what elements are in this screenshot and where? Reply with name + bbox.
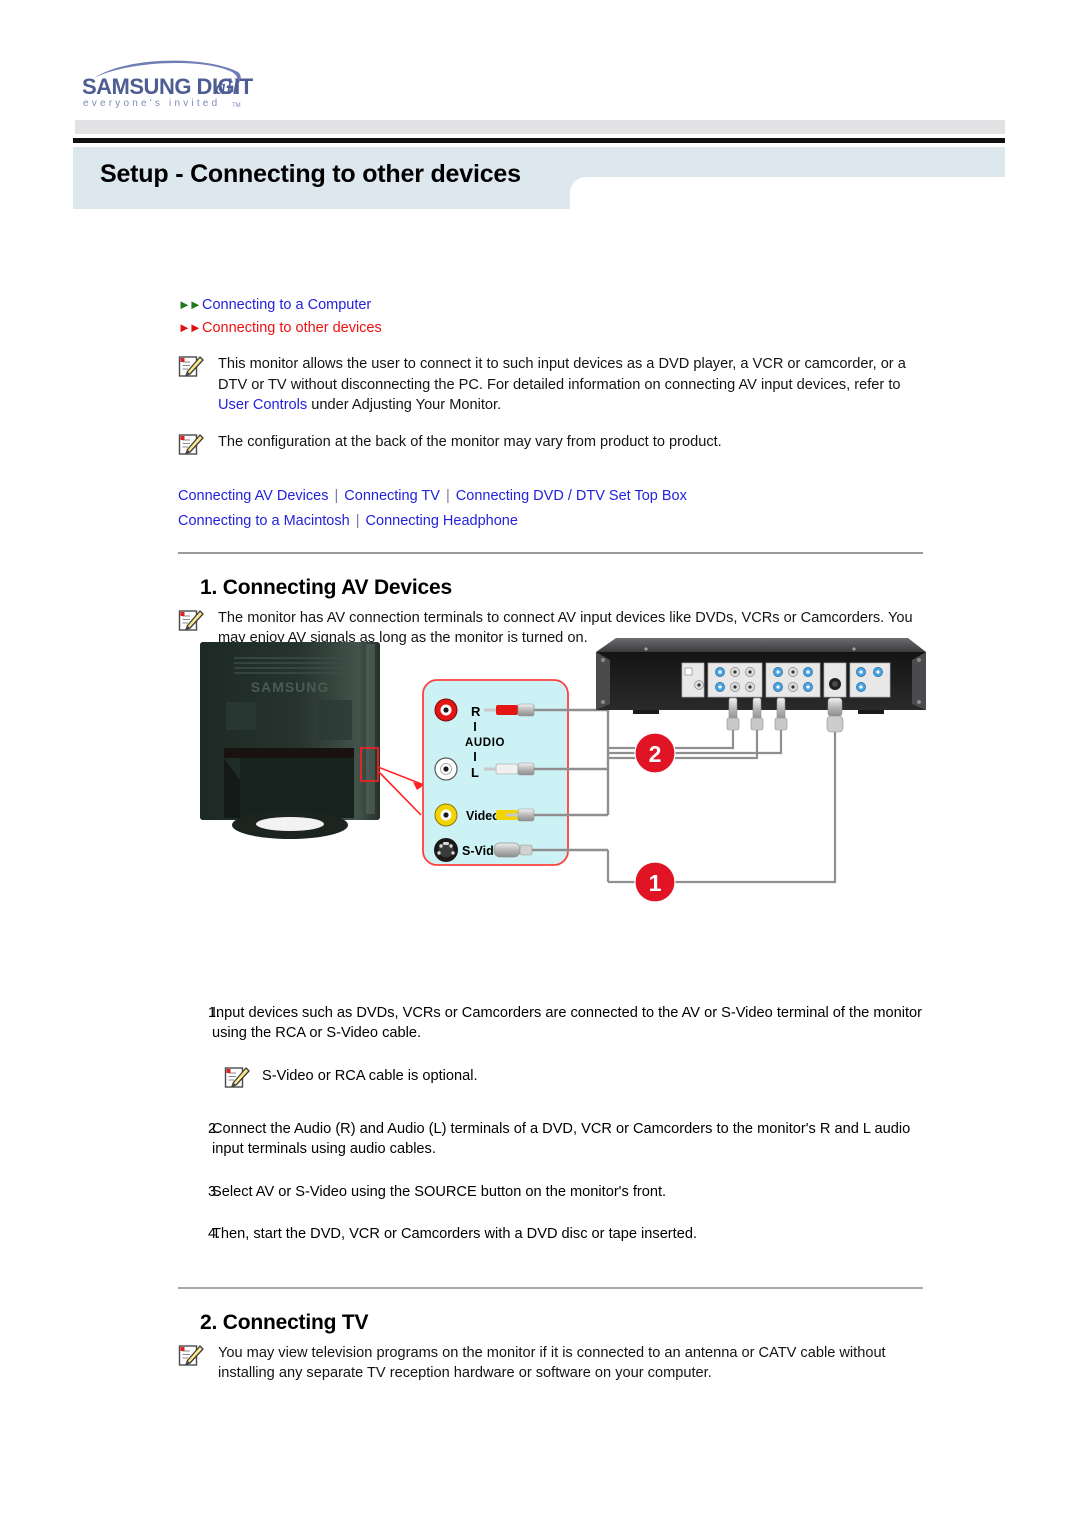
- nav-item-label[interactable]: Connecting to other devices: [202, 318, 382, 338]
- section-linkbar: Connecting AV Devices | Connecting TV | …: [178, 484, 923, 534]
- step-1-substep-note: S-Video or RCA cable is optional.: [224, 1066, 923, 1095]
- nav-item-label[interactable]: Connecting to a Computer: [202, 295, 371, 315]
- notepad-pencil-icon: [178, 1343, 218, 1373]
- av-connection-diagram-graphic: SAMSUNG R AUDIO L Video S-Video 2 1: [200, 638, 926, 903]
- logo-graphic: SAMSUNG DIGIT all everyone's invited TM: [82, 60, 254, 109]
- callout-1: 1: [634, 861, 676, 903]
- intro-note-2-text: The configuration at the back of the mon…: [218, 433, 722, 450]
- monitor-av-panel: R AUDIO L Video S-Video: [422, 679, 569, 866]
- dvd-jack-plate-1: [681, 662, 705, 698]
- step-4: 4. Then, start the DVD, VCR or Camcorder…: [178, 1224, 923, 1245]
- av-connection-diagram: SAMSUNG R AUDIO L Video S-Video 2 1: [178, 630, 938, 960]
- logo-all-text: all: [215, 74, 238, 99]
- callout-2: 2: [634, 732, 676, 774]
- step-1-substep-text: S-Video or RCA cable is optional.: [262, 1067, 478, 1084]
- monitor-brand-text: SAMSUNG: [251, 679, 330, 695]
- link-connecting-av-devices[interactable]: Connecting AV Devices: [178, 488, 328, 504]
- user-controls-link[interactable]: User Controls: [218, 397, 307, 413]
- nav-item-connecting-to-other-devices[interactable]: ►► Connecting to other devices: [178, 318, 923, 338]
- video-jack-icon: [434, 803, 458, 827]
- audio-r-label: R: [471, 704, 481, 719]
- samsung-digitall-logo: SAMSUNG DIGIT all everyone's invited TM: [72, 52, 262, 110]
- header-notch: [570, 177, 1005, 211]
- step-1-text: Input devices such as DVDs, VCRs or Camc…: [212, 1004, 923, 1042]
- notepad-pencil-icon: [178, 432, 218, 462]
- linkbar-separator: |: [445, 487, 450, 504]
- audio-r-jack-icon: [434, 698, 458, 722]
- audio-label: AUDIO: [465, 737, 505, 749]
- step-4-text: Then, start the DVD, VCR or Camcorders w…: [212, 1226, 698, 1242]
- link-connecting-to-a-macintosh[interactable]: Connecting to a Macintosh: [178, 513, 350, 529]
- header-grey-band: [75, 120, 1005, 134]
- intro-note-1: This monitor allows the user to connect …: [178, 354, 923, 416]
- section-1-steps: 1. Input devices such as DVDs, VCRs or C…: [178, 1003, 923, 1245]
- callout-1-label: 1: [649, 870, 662, 896]
- step-3-text: Select AV or S-Video using the SOURCE bu…: [212, 1183, 667, 1200]
- double-arrow-right-icon: ►►: [178, 297, 202, 312]
- step-3-number: 3.: [208, 1183, 221, 1200]
- audio-l-label: L: [471, 765, 479, 780]
- step-1-number: 1.: [208, 1004, 221, 1021]
- dvd-cables-group: [606, 697, 844, 884]
- section-1-heading: 1. Connecting AV Devices: [200, 575, 452, 599]
- section-2-note-text: You may view television programs on the …: [218, 1344, 886, 1382]
- video-label: Video: [466, 809, 500, 823]
- step-2-text: Connect the Audio (R) and Audio (L) term…: [212, 1120, 911, 1158]
- notepad-pencil-icon: [224, 1066, 262, 1095]
- intro-note-2: The configuration at the back of the mon…: [178, 432, 923, 462]
- s-video-jack-icon: [434, 838, 458, 862]
- step-4-number: 4.: [208, 1226, 221, 1242]
- link-connecting-headphone[interactable]: Connecting Headphone: [366, 513, 518, 529]
- monitor-rear-image: SAMSUNG: [200, 642, 380, 839]
- link-connecting-dvd-dtv-set-top-box[interactable]: Connecting DVD / DTV Set Top Box: [456, 488, 687, 504]
- double-arrow-right-icon: ►►: [178, 320, 202, 335]
- divider-above-section-1: [178, 551, 923, 554]
- intro-note-1-text: This monitor allows the user to connect …: [218, 356, 906, 413]
- logo-tm-text: TM: [232, 103, 241, 109]
- section-2-heading: 2. Connecting TV: [200, 1310, 369, 1334]
- dvd-jack-plate-3: [765, 662, 821, 698]
- callout-2-label: 2: [649, 741, 662, 767]
- dvd-s-video-plate: [823, 662, 847, 698]
- linkbar-separator: |: [355, 512, 360, 529]
- audio-l-jack-icon: [434, 757, 458, 781]
- header-black-rule: [73, 138, 1005, 143]
- dvd-jack-plate-4: [849, 662, 891, 698]
- section-2-note: You may view television programs on the …: [178, 1343, 923, 1384]
- step-2-number: 2.: [208, 1120, 221, 1137]
- step-2: 2. Connect the Audio (R) and Audio (L) t…: [178, 1119, 923, 1160]
- nav-item-connecting-to-a-computer[interactable]: ►► Connecting to a Computer: [178, 295, 923, 315]
- page-title: Setup - Connecting to other devices: [100, 160, 521, 188]
- divider-above-section-2: [178, 1286, 923, 1289]
- step-1: 1. Input devices such as DVDs, VCRs or C…: [178, 1003, 923, 1044]
- linkbar-row-1: Connecting AV Devices | Connecting TV | …: [178, 484, 923, 509]
- step-3: 3. Select AV or S-Video using the SOURCE…: [178, 1182, 923, 1203]
- linkbar-row-2: Connecting to a Macintosh | Connecting H…: [178, 509, 923, 534]
- link-connecting-tv[interactable]: Connecting TV: [344, 488, 440, 504]
- linkbar-separator: |: [334, 487, 339, 504]
- notepad-pencil-icon: [178, 354, 218, 384]
- dvd-jack-plate-2: [707, 662, 763, 698]
- logo-tagline-text: everyone's invited: [83, 98, 220, 109]
- dvd-s-video-plug: [606, 697, 844, 884]
